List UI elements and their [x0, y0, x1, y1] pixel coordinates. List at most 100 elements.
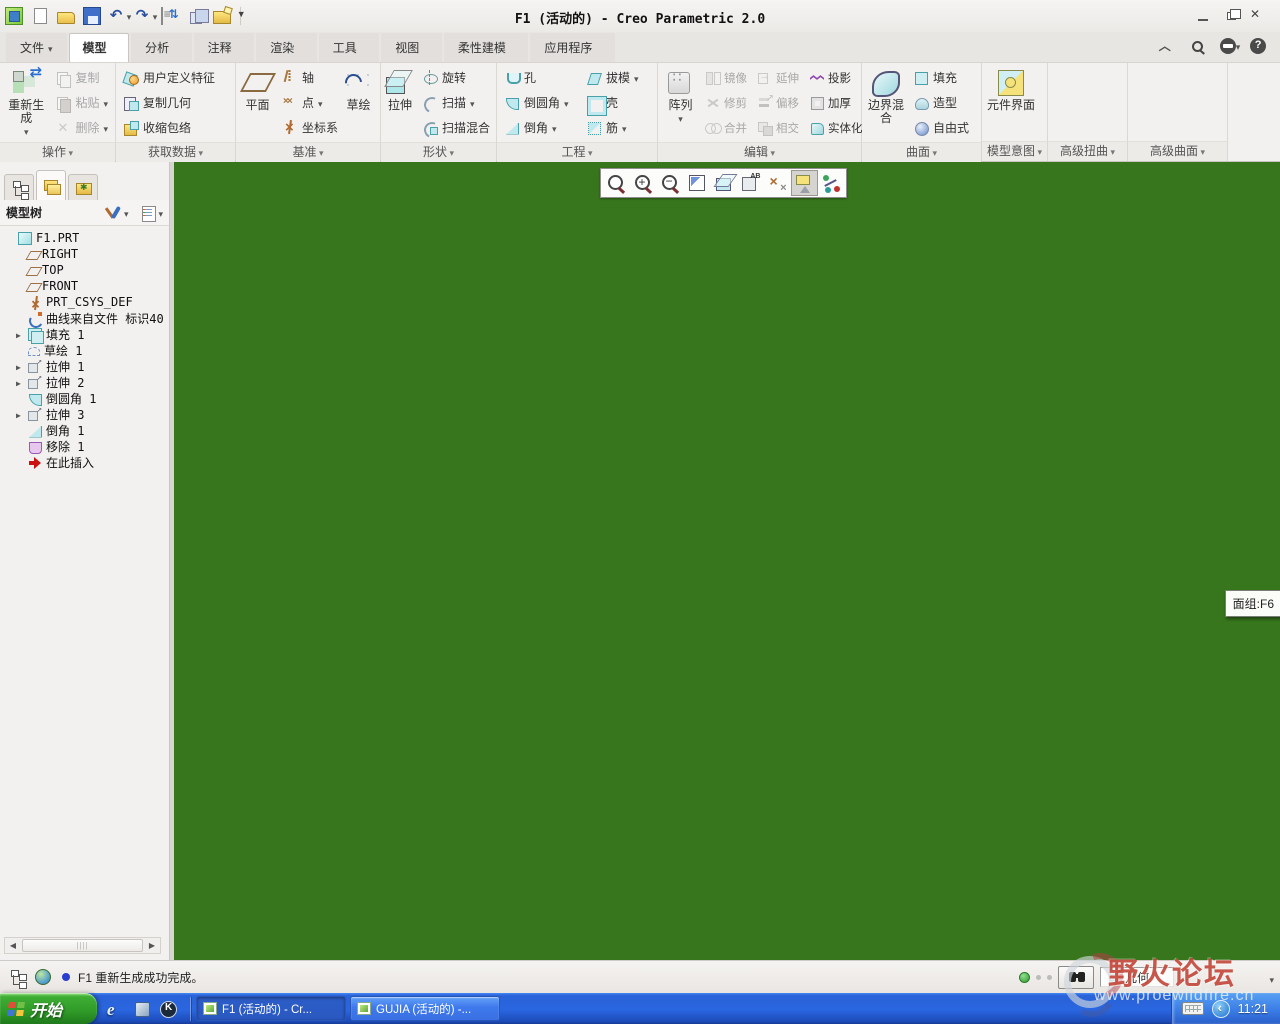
group-label-shapes[interactable]: 形状 — [381, 142, 496, 162]
search-button[interactable] — [1058, 965, 1094, 989]
tree-item[interactable]: 在此插入 — [2, 454, 167, 470]
group-label-advanced-surface[interactable]: 高级曲面 — [1128, 141, 1227, 161]
quick-launch-button[interactable] — [159, 1000, 177, 1018]
window-control-button[interactable] — [1194, 8, 1212, 24]
window-control-button[interactable] — [1250, 8, 1268, 24]
graphics-toolbar-button[interactable] — [737, 170, 764, 196]
ribbon-utility-button[interactable] — [1219, 36, 1240, 56]
expand-arrow-icon[interactable] — [16, 407, 28, 421]
ribbon-button[interactable]: 复制 — [51, 65, 112, 90]
group-label-edit[interactable]: 编辑 — [658, 142, 861, 162]
quick-access-button[interactable] — [134, 4, 158, 28]
statusbar-toggle-button[interactable] — [32, 966, 54, 988]
ribbon-button[interactable]: 倒角 — [500, 115, 580, 140]
tree-item[interactable]: PRT_CSYS_DEF — [2, 294, 167, 313]
ribbon-button[interactable]: 坐标系 — [278, 115, 338, 140]
ribbon-tab[interactable]: 视图 — [381, 33, 442, 62]
keyboard-icon[interactable] — [1181, 1002, 1204, 1015]
ribbon-button[interactable]: 加厚 — [806, 90, 858, 115]
ribbon-button[interactable]: 合并 — [702, 115, 754, 140]
quick-launch-button[interactable] — [107, 1000, 125, 1018]
quick-access-button[interactable] — [56, 4, 80, 28]
ribbon-button[interactable]: 延伸 — [754, 65, 806, 90]
plane-button[interactable]: 平面 — [239, 65, 276, 140]
ribbon-button[interactable]: 倒圆角 — [500, 90, 580, 115]
scrollbar-thumb[interactable] — [22, 939, 143, 952]
tree-item[interactable]: 拉伸 3 — [2, 405, 167, 422]
ribbon-button[interactable]: 修剪 — [702, 90, 754, 115]
ribbon-tab[interactable]: 文件 — [6, 33, 67, 62]
quick-access-button[interactable] — [160, 4, 184, 28]
extrude-button[interactable]: 拉伸 — [384, 65, 416, 140]
component-interface-button[interactable]: 元件界面 — [985, 65, 1037, 139]
graphics-toolbar-button[interactable] — [818, 170, 845, 196]
ribbon-button[interactable]: 造型 — [909, 90, 973, 115]
ribbon-button[interactable]: 自由式 — [909, 115, 973, 140]
ribbon-button[interactable]: 轴 — [278, 65, 338, 90]
boundary-blend-button[interactable]: 边界混合 — [865, 65, 907, 140]
ribbon-button[interactable]: 壳 — [582, 90, 643, 116]
tree-item[interactable]: 拉伸 1 — [2, 357, 167, 374]
graphics-area[interactable]: 面组:F6 — [174, 162, 1280, 960]
sketch-button[interactable]: 草绘 — [340, 65, 377, 140]
ribbon-button[interactable]: 用户定义特征 — [119, 65, 219, 90]
group-label-model-intent[interactable]: 模型意图 — [982, 141, 1047, 161]
tree-item[interactable]: 倒角 1 — [2, 422, 167, 438]
tree-item[interactable]: 草绘 1 — [2, 342, 167, 358]
ribbon-tab[interactable]: 分析 — [131, 33, 192, 62]
quick-access-button[interactable] — [30, 4, 54, 28]
start-button[interactable]: 开始 — [0, 993, 97, 1024]
navigator-tab[interactable] — [68, 174, 98, 200]
graphics-toolbar-button[interactable] — [602, 170, 629, 196]
tree-item[interactable]: 填充 1 — [2, 326, 167, 344]
group-label-advanced-warp[interactable]: 高级扭曲 — [1048, 141, 1127, 161]
ribbon-tab[interactable]: 柔性建模 — [443, 33, 529, 62]
graphics-toolbar-button[interactable] — [710, 170, 737, 196]
graphics-toolbar-button[interactable] — [764, 170, 791, 196]
ribbon-tab[interactable]: 应用程序 — [530, 33, 615, 62]
tree-item[interactable]: 移除 1 — [2, 438, 167, 454]
model-tree-toolbar-button[interactable] — [106, 205, 129, 221]
ribbon-button[interactable]: 粘贴 — [51, 90, 112, 115]
regenerate-button[interactable]: 重新生成 — [3, 65, 49, 140]
ribbon-button[interactable]: 孔 — [500, 65, 580, 90]
ribbon-utility-button[interactable] — [1160, 36, 1180, 56]
quick-launch-button[interactable] — [133, 1000, 151, 1018]
group-label-datum[interactable]: 基准 — [236, 142, 380, 162]
group-label-operations[interactable]: 操作 — [0, 142, 115, 162]
navigator-tab[interactable] — [36, 170, 66, 200]
quick-access-button[interactable] — [4, 4, 28, 28]
graphics-toolbar-button[interactable] — [656, 170, 683, 196]
ribbon-tab[interactable]: 注释 — [193, 33, 255, 62]
ribbon-utility-button[interactable] — [1249, 36, 1270, 56]
ribbon-button[interactable]: 偏移 — [754, 90, 806, 115]
quick-access-button[interactable] — [186, 4, 210, 28]
selection-filter[interactable]: 几何 — [1100, 967, 1174, 987]
graphics-toolbar-button[interactable] — [683, 170, 710, 196]
group-label-surfaces[interactable]: 曲面 — [862, 142, 981, 162]
ribbon-tab[interactable]: 模型 — [68, 33, 130, 62]
ribbon-button[interactable]: 旋转 — [418, 65, 503, 90]
expand-arrow-icon[interactable] — [16, 375, 28, 389]
statusbar-toggle-button[interactable] — [6, 966, 28, 988]
ribbon-utility-button[interactable] — [1190, 36, 1210, 56]
ribbon-button[interactable]: 实体化 — [806, 115, 863, 140]
quick-access-button[interactable] — [237, 6, 248, 26]
ribbon-button[interactable]: 收缩包络 — [119, 115, 219, 140]
graphics-toolbar-button[interactable] — [791, 170, 818, 196]
window-control-button[interactable] — [1222, 8, 1241, 24]
scroll-left-arrow[interactable]: ◀ — [5, 938, 21, 953]
ribbon-tab[interactable]: 工具 — [318, 33, 380, 62]
tree-item[interactable]: TOP — [2, 262, 167, 278]
ribbon-button[interactable]: 删除 — [51, 115, 112, 140]
ribbon-button[interactable]: 镜像 — [702, 65, 754, 90]
graphics-toolbar-button[interactable] — [629, 170, 656, 196]
tree-item[interactable]: 倒圆角 1 — [2, 390, 167, 406]
tree-item[interactable]: FRONT — [2, 278, 167, 294]
tree-item[interactable]: 曲线来自文件 标识40 — [2, 310, 167, 326]
ribbon-button[interactable]: 筋 — [582, 115, 643, 140]
ribbon-button[interactable]: 拔模 — [582, 65, 643, 90]
taskbar-task-button[interactable]: GUJIA (活动的) -... — [350, 996, 500, 1021]
language-icon[interactable] — [1211, 999, 1230, 1018]
quick-access-button[interactable] — [108, 4, 132, 28]
